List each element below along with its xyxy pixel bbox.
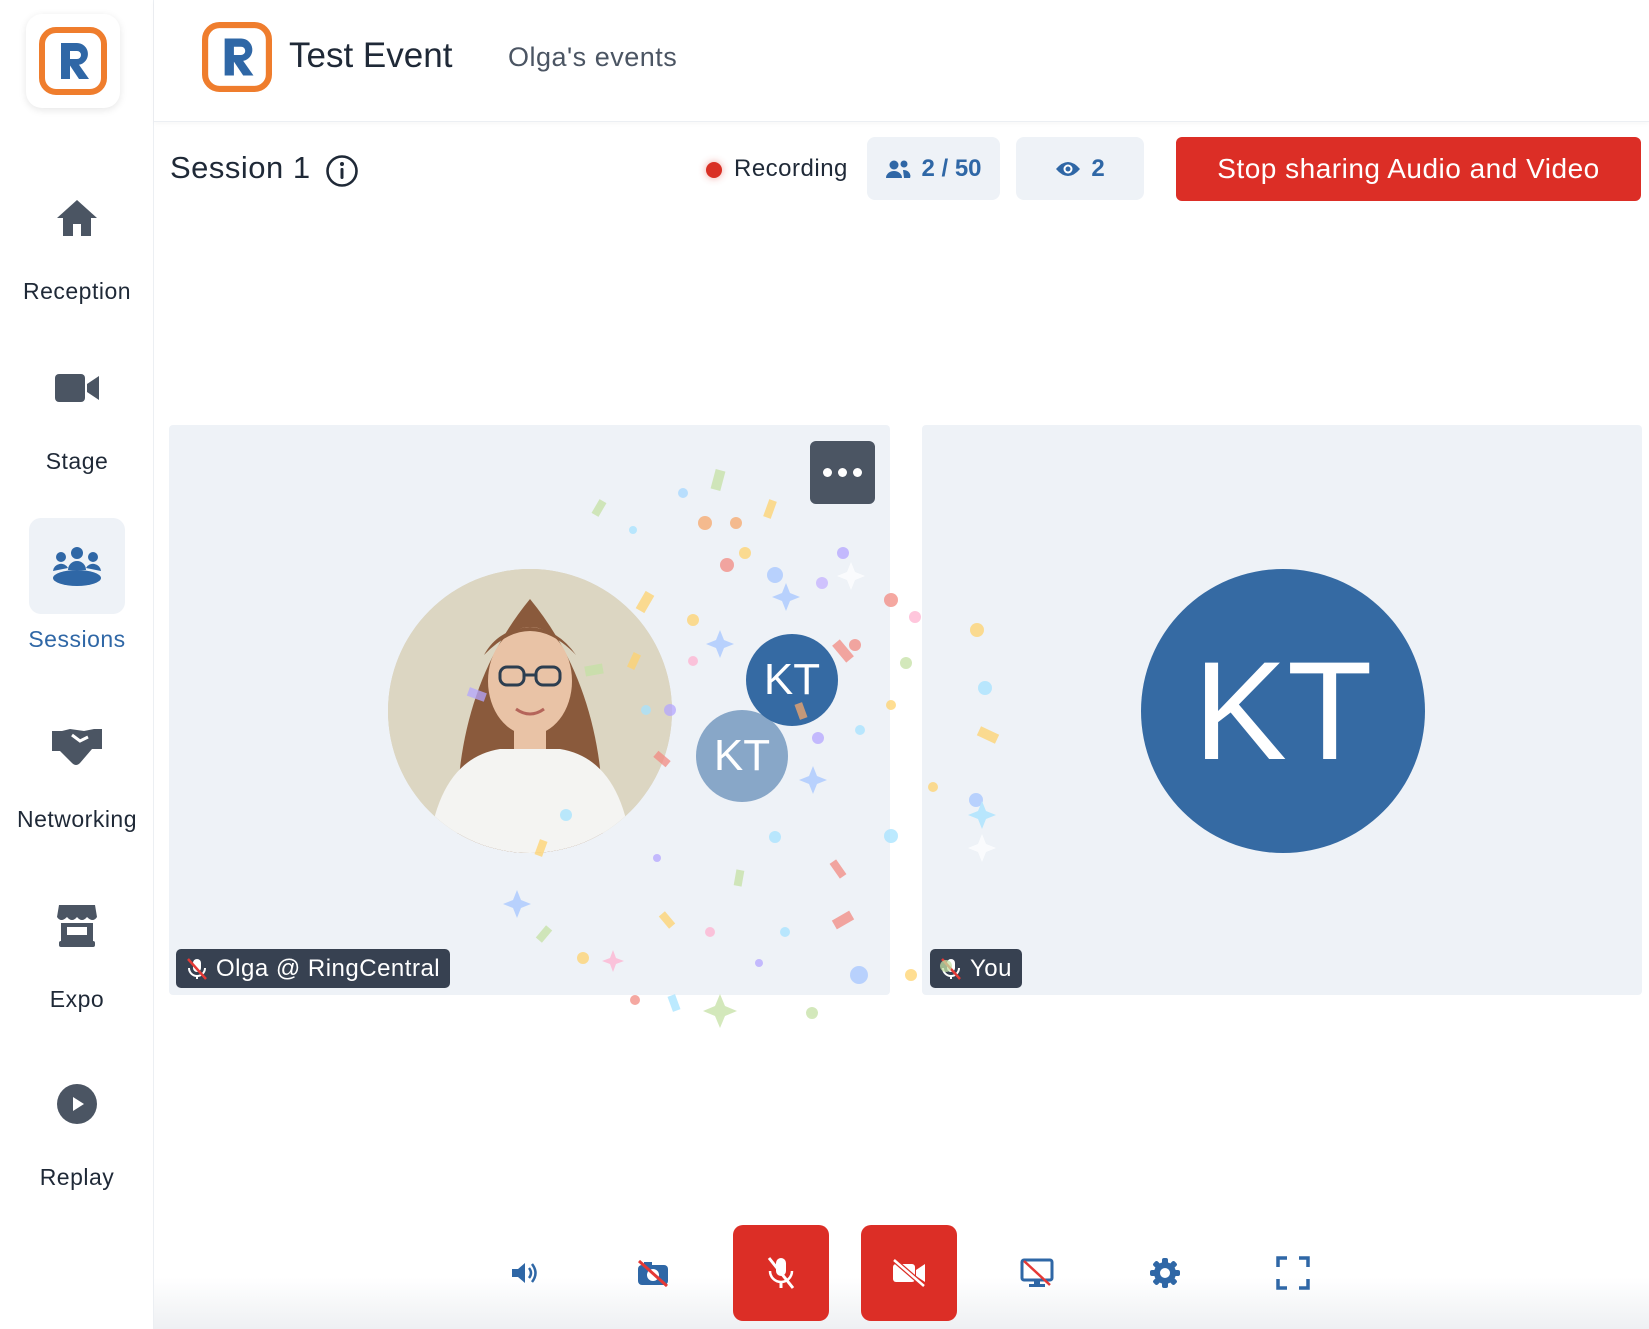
session-title: Session 1 — [170, 150, 311, 185]
self-initials-avatar: KT — [1141, 569, 1425, 853]
sidebar-item-sessions[interactable]: Sessions — [0, 518, 154, 668]
play-circle-icon — [29, 1056, 125, 1152]
mic-muted-icon — [941, 957, 961, 980]
participant-initials-avatar: KT — [746, 634, 838, 726]
sidebar-item-stage[interactable]: Stage — [0, 340, 154, 490]
storefront-icon — [29, 878, 125, 974]
screen-share-button[interactable] — [989, 1225, 1085, 1321]
recording-indicator-dot — [706, 162, 722, 178]
participant-name: You — [970, 954, 1012, 982]
fullscreen-icon — [1276, 1256, 1310, 1290]
eye-icon — [1056, 161, 1081, 176]
sidebar: Reception Stage Sessions Networking Expo — [0, 0, 154, 1329]
participant-name: Olga @ RingCentral — [216, 954, 441, 982]
mute-microphone-button[interactable] — [733, 1225, 829, 1321]
viewer-count: 2 — [1091, 154, 1105, 182]
participant-tile-you: KT You — [922, 425, 1642, 995]
ringcentral-logo-icon — [39, 27, 107, 95]
sidebar-item-networking[interactable]: Networking — [0, 698, 154, 848]
viewer-count-button[interactable]: 2 — [1016, 137, 1144, 200]
recording-label: Recording — [734, 155, 848, 182]
person-portrait-image — [388, 569, 672, 853]
settings-button[interactable] — [1117, 1225, 1213, 1321]
participant-name-tag: Olga @ RingCentral — [176, 949, 451, 988]
ringcentral-logo-icon — [202, 22, 272, 92]
sidebar-item-reception[interactable]: Reception — [0, 170, 154, 320]
app-logo[interactable] — [26, 14, 120, 108]
more-dot — [838, 468, 847, 477]
participant-initials-avatar: KT — [696, 710, 788, 802]
more-dot — [853, 468, 862, 477]
sidebar-item-label: Sessions — [28, 626, 126, 652]
camera-off-icon — [638, 1259, 668, 1287]
video-camera-icon — [29, 340, 125, 436]
people-icon — [886, 160, 911, 178]
event-title: Test Event — [289, 36, 453, 75]
participant-photo-avatar — [388, 569, 672, 853]
stop-sharing-button[interactable]: Stop sharing Audio and Video — [1176, 137, 1641, 201]
info-icon[interactable] — [325, 154, 359, 188]
participant-tile-olga: KT KT Olga @ RingCentral — [169, 425, 890, 995]
sidebar-item-label: Replay — [39, 1164, 115, 1190]
sidebar-item-label: Expo — [49, 986, 105, 1012]
settings-gear-icon — [1150, 1258, 1180, 1288]
attendee-count: 2 / 50 — [921, 154, 982, 182]
sidebar-item-label: Stage — [45, 448, 109, 474]
sidebar-item-expo[interactable]: Expo — [0, 878, 154, 1028]
call-controls-toolbar — [154, 1215, 1649, 1329]
sidebar-item-label: Networking — [16, 806, 138, 832]
organizer-link[interactable]: Olga's events — [508, 42, 677, 73]
handshake-icon — [29, 698, 125, 794]
fullscreen-button[interactable] — [1245, 1225, 1341, 1321]
home-icon — [29, 170, 125, 266]
more-dot — [823, 468, 832, 477]
screen-share-off-icon — [1020, 1258, 1054, 1287]
participant-name-tag: You — [930, 949, 1022, 988]
mic-muted-icon — [187, 957, 207, 980]
speaker-button[interactable] — [477, 1225, 573, 1321]
event-header: Test Event Olga's events — [154, 0, 1649, 122]
sidebar-item-replay[interactable]: Replay — [0, 1056, 154, 1206]
people-group-icon — [29, 518, 125, 614]
stop-video-button[interactable] — [861, 1225, 957, 1321]
attendee-count-button[interactable]: 2 / 50 — [867, 137, 1000, 200]
video-off-icon — [892, 1258, 926, 1288]
mic-muted-icon — [767, 1257, 795, 1289]
speaker-icon — [512, 1263, 537, 1283]
camera-toggle-button[interactable] — [605, 1225, 701, 1321]
event-logo — [202, 22, 272, 92]
sidebar-item-label: Reception — [22, 278, 132, 304]
more-options-button[interactable] — [810, 441, 875, 504]
